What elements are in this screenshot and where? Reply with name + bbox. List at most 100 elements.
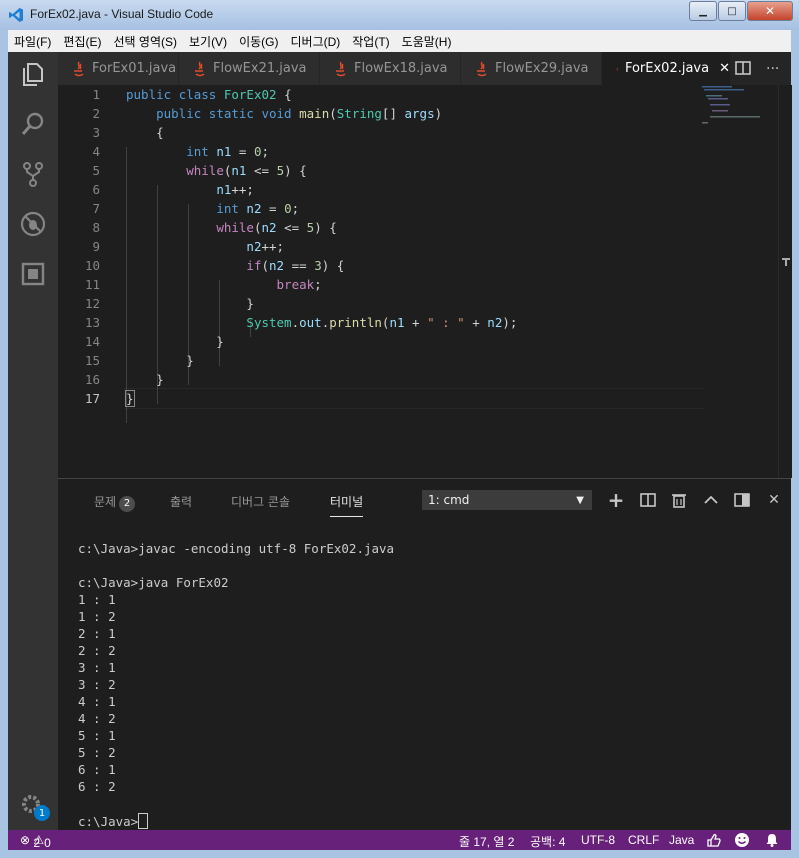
- terminal-line: 4 : 2: [78, 711, 116, 726]
- trash-icon[interactable]: [669, 490, 689, 510]
- new-terminal-button[interactable]: +: [606, 488, 626, 512]
- split-editor-icon[interactable]: [735, 52, 751, 85]
- editor-scrollbar[interactable]: [778, 85, 792, 478]
- notifications-bell-icon[interactable]: [764, 832, 780, 848]
- debug-icon[interactable]: [19, 210, 47, 238]
- menu-help[interactable]: 도움말(H): [396, 33, 458, 50]
- terminal-line: 5 : 1: [78, 728, 116, 743]
- code-line-12: }: [126, 296, 254, 311]
- panel-tab-problems[interactable]: 문제 2: [94, 493, 136, 512]
- terminal-line: 5 : 2: [78, 745, 116, 760]
- terminal-select[interactable]: 1: cmd ▼: [422, 490, 592, 510]
- eol-status[interactable]: CRLF: [628, 833, 659, 847]
- chevron-down-icon: ▼: [576, 494, 584, 506]
- extensions-icon[interactable]: [19, 260, 47, 288]
- source-control-icon[interactable]: [19, 160, 47, 188]
- maximize-panel-icon[interactable]: [701, 490, 721, 510]
- close-window-button[interactable]: ✕: [747, 1, 793, 21]
- menu-edit[interactable]: 편집(E): [57, 33, 107, 50]
- cursor-position[interactable]: 줄 17, 열 2: [459, 833, 514, 850]
- indentation-status[interactable]: 공백: 4: [530, 833, 565, 850]
- terminal-line: c:\Java>javac -encoding utf-8 ForEx02.ja…: [78, 541, 395, 556]
- line-number: 4: [92, 144, 100, 159]
- terminal-line: c:\Java>java ForEx02: [78, 575, 229, 590]
- terminal-prompt[interactable]: c:\Java>: [78, 813, 149, 829]
- terminal-line: 3 : 2: [78, 677, 116, 692]
- line-number: 14: [84, 334, 100, 349]
- code-line-4: int n1 = 0;: [186, 144, 270, 159]
- window-title: ForEx02.java - Visual Studio Code: [30, 7, 214, 21]
- panel-tab-terminal[interactable]: 터미널: [330, 493, 364, 517]
- maximize-button[interactable]: □: [718, 1, 746, 21]
- java-file-icon: [477, 61, 487, 76]
- encoding-status[interactable]: UTF-8: [581, 833, 615, 847]
- menu-go[interactable]: 이동(G): [233, 33, 284, 50]
- line-number: 12: [84, 296, 100, 311]
- editor-tabs: ForEx01.java FlowEx21.java FlowEx18.java…: [58, 52, 791, 85]
- tab-close-button[interactable]: ✕: [719, 61, 730, 76]
- feedback-icon[interactable]: [705, 832, 721, 848]
- code-line-9: n2++;: [246, 239, 285, 254]
- code-line-15: }: [126, 353, 194, 368]
- tab-flowex18[interactable]: FlowEx18.java: [320, 52, 461, 85]
- code-line-13: System.out.println(n1 + " : " + n2);: [246, 315, 518, 330]
- menu-tasks[interactable]: 작업(T): [346, 33, 395, 50]
- code-line-17: }: [125, 390, 135, 407]
- settings-badge: 1: [34, 805, 50, 821]
- java-file-icon: [74, 61, 84, 76]
- status-bar: ⊗ 2 ⚠ 0 줄 17, 열 2 공백: 4 UTF-8 CRLF Java: [8, 830, 791, 850]
- panel-layout-icon[interactable]: [732, 490, 752, 510]
- code-line-8: while(n2 <= 5) {: [216, 220, 337, 235]
- code-line-3: {: [126, 125, 164, 140]
- terminal-line: 3 : 1: [78, 660, 116, 675]
- explorer-icon[interactable]: [19, 60, 47, 88]
- code-line-6: n1++;: [216, 182, 254, 197]
- terminal-line: 4 : 1: [78, 694, 116, 709]
- tab-forex01[interactable]: ForEx01.java: [58, 52, 179, 85]
- code-line-2: public static void main(String[] args): [156, 106, 443, 121]
- title-bar[interactable]: ForEx02.java - Visual Studio Code ▁ □ ✕: [0, 0, 799, 30]
- problems-status[interactable]: ⊗ 2 ⚠ 0: [20, 833, 51, 850]
- language-status[interactable]: Java: [669, 833, 694, 847]
- tab-forex02[interactable]: ForEx02.java ✕: [602, 52, 731, 85]
- problems-badge: 2: [119, 496, 136, 512]
- tab-flowex21[interactable]: FlowEx21.java: [179, 52, 320, 85]
- line-number: 11: [84, 277, 100, 292]
- menu-file[interactable]: 파일(F): [8, 33, 57, 50]
- tab-label: FlowEx29.java: [495, 61, 589, 76]
- minimap[interactable]: [698, 85, 778, 145]
- smiley-icon[interactable]: [734, 832, 750, 848]
- menu-selection[interactable]: 선택 영역(S): [107, 33, 183, 50]
- terminal-line: 6 : 1: [78, 762, 116, 777]
- close-panel-button[interactable]: ✕: [764, 490, 784, 510]
- code-line-10: if(n2 == 3) {: [246, 258, 345, 273]
- panel-tab-output[interactable]: 출력: [170, 493, 192, 510]
- code-editor[interactable]: 1 2 3 4 5 6 7 8 9 10 11 12 13 14 15 16 1…: [58, 85, 792, 478]
- line-number: 10: [84, 258, 100, 273]
- menu-view[interactable]: 보기(V): [183, 33, 233, 50]
- menu-debug[interactable]: 디버그(D): [284, 33, 346, 50]
- minimize-button[interactable]: ▁: [689, 1, 717, 21]
- line-number: 6: [92, 182, 100, 197]
- line-number: 15: [84, 353, 100, 368]
- line-number: 13: [84, 315, 100, 330]
- search-icon[interactable]: [19, 110, 47, 138]
- activity-bar: 1: [8, 52, 58, 830]
- terminal-cursor: [138, 813, 149, 829]
- code-line-5: while(n1 <= 5) {: [186, 163, 307, 178]
- panel-tab-debug-console[interactable]: 디버그 콘솔: [231, 493, 290, 510]
- vscode-logo-icon: [9, 8, 23, 22]
- code-line-16: }: [126, 372, 164, 387]
- code-line-11: break;: [276, 277, 322, 292]
- line-number: 9: [92, 239, 100, 254]
- code-line-1: public class ForEx02 {: [126, 87, 292, 102]
- line-number: 7: [92, 201, 100, 216]
- line-number: 17: [84, 391, 100, 406]
- line-number: 5: [92, 163, 100, 178]
- split-terminal-icon[interactable]: [638, 490, 658, 510]
- line-number: 1: [92, 87, 100, 102]
- more-actions-button[interactable]: ···: [766, 52, 779, 85]
- scroll-marker: [785, 260, 787, 266]
- terminal-line: 1 : 2: [78, 609, 116, 624]
- tab-flowex29[interactable]: FlowEx29.java: [461, 52, 602, 85]
